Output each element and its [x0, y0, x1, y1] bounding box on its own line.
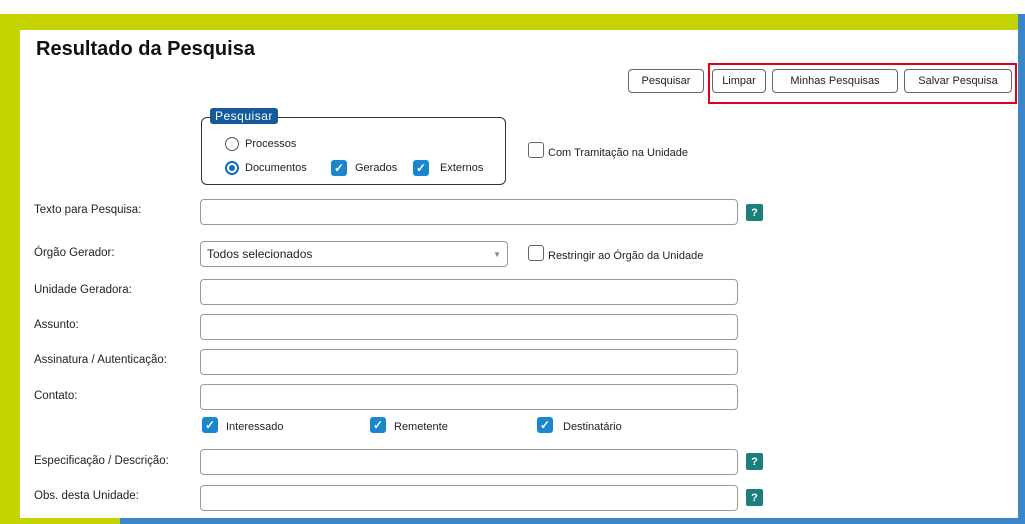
contato-input[interactable] [200, 384, 738, 410]
assunto-input[interactable] [200, 314, 738, 340]
orgao-select-value: Todos selecionados [207, 247, 313, 261]
pesquisar-legend: Pesquisar [210, 108, 278, 124]
help-icon-obs[interactable]: ? [746, 489, 763, 506]
bottom-accent-bar [120, 518, 1025, 524]
help-icon-especificacao[interactable]: ? [746, 453, 763, 470]
pesquisar-fieldset: Pesquisar Processos Documentos ✓ Gerados… [201, 108, 506, 185]
especificacao-label: Especificação / Descrição: [34, 455, 169, 467]
orgao-gerador-select[interactable]: Todos selecionados ▼ [200, 241, 508, 267]
processos-radio[interactable] [225, 137, 239, 151]
page-title: Resultado da Pesquisa [36, 38, 255, 60]
minhas-pesquisas-button[interactable]: Minhas Pesquisas [772, 69, 898, 93]
assinatura-input[interactable] [200, 349, 738, 375]
texto-pesquisa-input[interactable] [200, 199, 738, 225]
com-tramitacao-label: Com Tramitação na Unidade [548, 147, 689, 159]
documentos-label: Documentos [245, 162, 307, 174]
unidade-label: Unidade Geradora: [34, 284, 132, 296]
destinatario-checkbox[interactable]: ✓ [537, 417, 553, 433]
especificacao-input[interactable] [200, 449, 738, 475]
documentos-radio[interactable] [225, 161, 239, 175]
gerados-checkbox[interactable]: ✓ [331, 160, 347, 176]
chevron-down-icon: ▼ [493, 249, 501, 259]
salvar-pesquisa-button[interactable]: Salvar Pesquisa [904, 69, 1012, 93]
com-tramitacao-checkbox[interactable] [528, 142, 544, 158]
remetente-label: Remetente [394, 421, 448, 433]
search-panel: Resultado da Pesquisa Pesquisar Limpar M… [20, 30, 1018, 518]
right-accent-bar [1018, 14, 1025, 524]
contato-label: Contato: [34, 390, 78, 402]
obs-label: Obs. desta Unidade: [34, 490, 139, 502]
pesquisar-button[interactable]: Pesquisar [628, 69, 704, 93]
interessado-checkbox[interactable]: ✓ [202, 417, 218, 433]
assinatura-label: Assinatura / Autenticação: [34, 354, 167, 366]
gerados-label: Gerados [355, 162, 398, 174]
texto-label: Texto para Pesquisa: [34, 204, 142, 216]
orgao-label: Órgão Gerador: [34, 247, 115, 259]
obs-unidade-input[interactable] [200, 485, 738, 511]
processos-label: Processos [245, 138, 297, 150]
restringir-label: Restringir ao Órgão da Unidade [548, 250, 704, 262]
externos-checkbox[interactable]: ✓ [413, 160, 429, 176]
restringir-checkbox[interactable] [528, 245, 544, 261]
interessado-label: Interessado [226, 421, 284, 433]
top-frame [0, 0, 1025, 14]
destinatario-label: Destinatário [563, 421, 622, 433]
assunto-label: Assunto: [34, 319, 79, 331]
unidade-geradora-input[interactable] [200, 279, 738, 305]
limpar-button[interactable]: Limpar [712, 69, 766, 93]
externos-label: Externos [440, 162, 484, 174]
remetente-checkbox[interactable]: ✓ [370, 417, 386, 433]
help-icon-texto[interactable]: ? [746, 204, 763, 221]
